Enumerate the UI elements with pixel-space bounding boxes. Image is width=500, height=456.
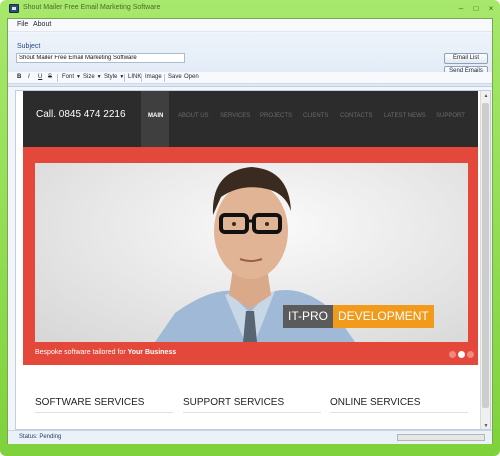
- font-dropdown[interactable]: Font ▼: [62, 74, 81, 80]
- hero-tagline: Bespoke software tailored for Your Busin…: [35, 349, 176, 356]
- image-button[interactable]: Image: [145, 74, 162, 80]
- badge-development: DEVELOPMENT: [333, 305, 434, 328]
- status-bar: Status: Pending: [8, 430, 492, 444]
- link-button[interactable]: LINK: [128, 74, 141, 80]
- nav-contacts[interactable]: CONTACTS: [340, 113, 373, 119]
- status-text: Status: Pending: [19, 434, 62, 440]
- title-bar[interactable]: Shout Mailer Free Email Marketing Softwa…: [0, 0, 500, 18]
- size-label: Size: [83, 74, 95, 80]
- tagline-bold: Your Business: [127, 349, 177, 356]
- nav-services[interactable]: SERVICES: [220, 113, 250, 119]
- send-progress-bar: [397, 434, 485, 441]
- nav-projects[interactable]: PROJECTS: [260, 113, 292, 119]
- size-dropdown[interactable]: Size ▼: [83, 74, 102, 80]
- badge-it-pro: IT-PRO: [283, 305, 334, 328]
- strikethrough-button[interactable]: S: [48, 74, 52, 80]
- vertical-scrollbar[interactable]: ▲ ▼: [480, 91, 490, 429]
- minimize-button[interactable]: –: [455, 3, 467, 14]
- chevron-down-icon: ▼: [76, 74, 81, 80]
- online-services-heading: ONLINE SERVICES: [330, 397, 421, 408]
- close-button[interactable]: ×: [485, 3, 497, 14]
- phone-number: Call. 0845 474 2216: [36, 109, 126, 120]
- tagline-text: Bespoke software tailored for: [35, 349, 128, 356]
- nav-clients[interactable]: CLIENTS: [303, 113, 328, 119]
- window-title: Shout Mailer Free Email Marketing Softwa…: [23, 4, 161, 11]
- subject-label: Subject: [17, 43, 41, 50]
- email-preview[interactable]: Call. 0845 474 2216 MAIN ABOUT US SERVIC…: [15, 90, 491, 430]
- services-row: SOFTWARE SERVICES SUPPORT SERVICES ONLIN…: [23, 391, 478, 429]
- format-toolbar: B I U S Font ▼ Size ▼ Style ▼ LINK Image Sa…: [8, 72, 492, 84]
- subject-input[interactable]: [16, 53, 185, 63]
- toolbar-separator: [124, 74, 125, 82]
- software-services-heading: SOFTWARE SERVICES: [35, 397, 145, 408]
- slider-dot[interactable]: [449, 351, 456, 358]
- site-header: Call. 0845 474 2216 MAIN ABOUT US SERVIC…: [23, 91, 478, 147]
- toolbar-separator: [164, 74, 165, 82]
- scroll-down-icon[interactable]: ▼: [482, 422, 490, 429]
- app-icon: [9, 4, 19, 13]
- nav-main[interactable]: MAIN: [148, 113, 163, 119]
- nav-active-background: [141, 91, 169, 147]
- slider-dot-active[interactable]: [458, 351, 465, 358]
- scroll-up-icon[interactable]: ▲: [482, 92, 490, 100]
- underline-button[interactable]: U: [38, 74, 42, 80]
- support-services-heading: SUPPORT SERVICES: [183, 397, 285, 408]
- window-frame: Shout Mailer Free Email Marketing Softwa…: [0, 0, 500, 456]
- chevron-down-icon: ▼: [96, 74, 102, 80]
- divider: [183, 412, 321, 413]
- menu-bar: File About: [8, 19, 492, 32]
- toolbar-separator: [141, 74, 142, 82]
- divider: [330, 412, 468, 413]
- font-label: Font: [62, 74, 75, 80]
- nav-about-us[interactable]: ABOUT US: [178, 113, 209, 119]
- italic-button[interactable]: I: [28, 74, 30, 80]
- client-area: File About Subject Email List Send Email…: [7, 18, 493, 444]
- save-button[interactable]: Save: [168, 74, 182, 80]
- hero-banner: IT-PRO DEVELOPMENT Bespoke software tail…: [23, 147, 478, 365]
- slider-dot[interactable]: [467, 351, 474, 358]
- bold-button[interactable]: B: [17, 74, 21, 80]
- style-dropdown[interactable]: Style ▼: [104, 74, 124, 80]
- it-pro-badge: IT-PRO DEVELOPMENT: [283, 305, 434, 328]
- toolbar-separator: [57, 74, 58, 82]
- scroll-thumb[interactable]: [482, 103, 489, 408]
- open-button[interactable]: Open: [184, 74, 199, 80]
- email-list-button[interactable]: Email List: [444, 53, 488, 64]
- divider: [35, 412, 173, 413]
- nav-latest-news[interactable]: LATEST NEWS: [384, 113, 426, 119]
- menu-about[interactable]: About: [33, 21, 51, 28]
- maximize-button[interactable]: □: [470, 3, 482, 14]
- style-label: Style: [104, 74, 118, 80]
- nav-support[interactable]: SUPPORT: [436, 113, 465, 119]
- hero-photo: IT-PRO DEVELOPMENT: [35, 163, 468, 342]
- menu-file[interactable]: File: [17, 21, 28, 28]
